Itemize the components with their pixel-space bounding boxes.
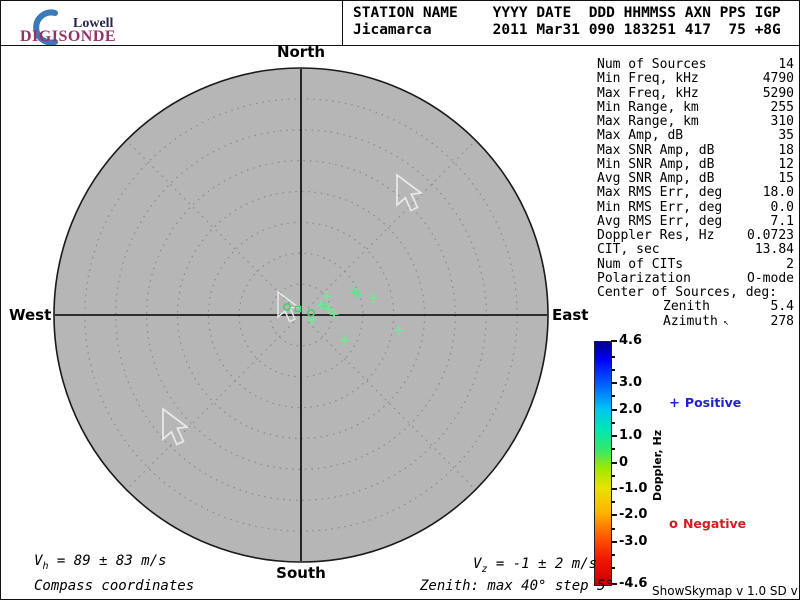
skymap-window: Lowell DIGISONDE STATION NAME YYYY DATE … — [0, 0, 800, 600]
stats-row: Min Range, km 255 — [597, 99, 794, 115]
stats-row: Doppler Res, Hz 0.0723 — [597, 228, 794, 243]
compass-label-north: North — [276, 43, 326, 61]
stats-row: Max Freq, kHz 5290 — [597, 85, 794, 101]
stats-row: Min RMS Err, deg 0.0 — [597, 199, 794, 215]
stats-row: Avg SNR Amp, dB 15 — [597, 171, 794, 186]
colorbar-axis-label: Doppler, Hz — [651, 429, 664, 501]
stats-row: Min SNR Amp, dB 12 — [597, 156, 794, 172]
stats-row: Max Amp, dB 35 — [597, 128, 794, 144]
circle-marker-icon: o — [669, 517, 678, 532]
horizontal-velocity-readout: Vh = 89 ± 83 m/s — [34, 553, 167, 572]
legend-negative: o Negative — [669, 516, 746, 532]
stats-row: Max SNR Amp, dB 18 — [597, 142, 794, 158]
stats-panel: Num of Sources 14 Min Freq, kHz 4790 Max Fre… — [597, 57, 794, 330]
stats-row: CIT, sec 13.84 — [597, 242, 794, 258]
stats-row: Max RMS Err, deg 18.0 — [597, 185, 794, 201]
coordinates-note: Compass coordinates — [34, 578, 195, 594]
version-text: ShowSkymap v 1.0 SD v 4.2 — [652, 584, 798, 599]
stats-row: Center of Sources, deg: — [597, 285, 778, 300]
stats-row: Zenith 5.4 — [663, 299, 794, 315]
stats-row: Min Freq, kHz 4790 — [597, 71, 794, 87]
stats-row: Max Range, km 310 — [597, 114, 794, 129]
azimuth-direction-icon: ↖ — [717, 317, 729, 328]
plus-marker-icon: + — [669, 396, 680, 411]
compass-label-west: West — [9, 306, 52, 324]
legend-positive: + Positive — [669, 395, 741, 411]
stats-row: Polarization O-mode — [597, 270, 794, 286]
compass-label-east: East — [552, 306, 589, 324]
zenith-scale-note: Zenith: max 40° step 5° — [420, 578, 614, 594]
stats-row: Azimuth ↖ 278 — [663, 313, 794, 329]
stats-row: Avg RMS Err, deg 7.1 — [597, 213, 794, 229]
legend-positive-label: Positive — [684, 395, 742, 410]
stats-row: Num of CITs 2 — [597, 256, 794, 272]
stats-row: Num of Sources 14 — [597, 57, 794, 72]
legend-negative-label: Negative — [682, 516, 747, 531]
vertical-velocity-readout: Vz = -1 ± 2 m/s — [473, 556, 598, 575]
doppler-colorbar — [594, 341, 612, 586]
skymap-polar-plot — [53, 67, 549, 563]
